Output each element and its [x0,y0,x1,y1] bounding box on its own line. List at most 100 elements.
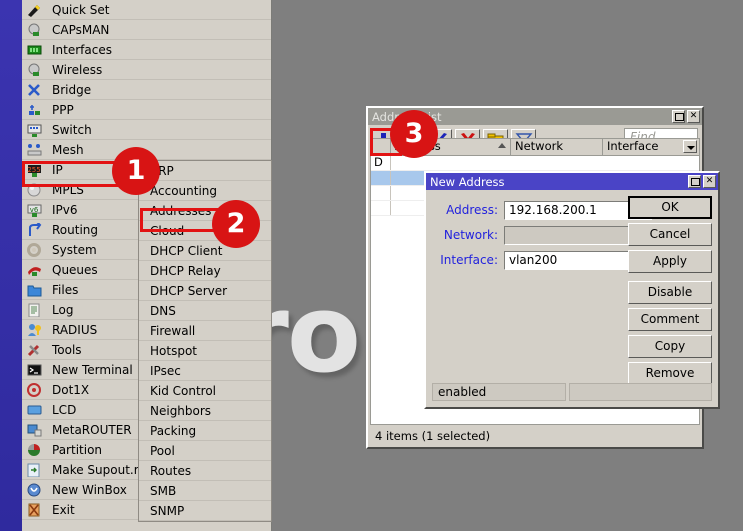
ip-submenu-smb[interactable]: SMB [139,481,271,501]
ip-submenu-hotspot[interactable]: Hotspot [139,341,271,361]
annotation-badge-3: 3 [390,110,438,158]
new-address-status-bar: enabled [432,383,712,401]
table-row[interactable]: D [371,156,699,171]
sidebar-item-label: Files [52,283,78,297]
exit-icon [27,503,42,517]
maximize-button[interactable] [672,110,685,123]
capsman-icon [27,23,42,37]
bridge-icon [27,83,42,97]
column-header-interface-label: Interface [607,139,659,153]
copy-button[interactable]: Copy [628,335,712,358]
terminal-icon [27,363,42,377]
row-flag [371,186,391,200]
row-interface [603,156,699,170]
apply-button[interactable]: Apply [628,250,712,273]
sidebar-item-label: Make Supout.rif [52,463,146,477]
sidebar-item-switch[interactable]: Switch [22,120,271,140]
row-flag [371,201,391,215]
ip-submenu-packing[interactable]: Packing [139,421,271,441]
ipv6-icon: v6 [27,203,42,217]
column-header-network[interactable]: Network [511,139,603,155]
interface-field-row: Interface: vlan200 [426,250,654,270]
tools-icon [27,343,42,357]
row-network [511,156,603,170]
ip-submenu-accounting[interactable]: Accounting [139,181,271,201]
new-address-status-spare [569,383,712,401]
new-address-close-icon[interactable]: ✕ [703,175,716,188]
sidebar-item-label: MetaROUTER [52,423,132,437]
remove-button[interactable]: Remove [628,362,712,385]
sidebar-item-capsman[interactable]: CAPsMAN [22,20,271,40]
ok-button[interactable]: OK [628,196,712,219]
comment-button[interactable]: Comment [628,308,712,331]
ppp-icon [27,103,42,117]
winbox-screenshot: Foro ISP RouterOS WinBox Quick SetCAPsMA… [0,0,743,531]
new-address-button-column: OK Cancel Apply Disable Comment Copy Remove [628,196,712,389]
sidebar-item-label: Tools [52,343,82,357]
log-icon [27,303,42,317]
ip-submenu-snmp[interactable]: SNMP [139,501,271,521]
sidebar-item-label: CAPsMAN [52,23,109,37]
new-address-dialog: New Address ✕ Address: 192.168.200.1 Net… [424,171,720,409]
routing-icon [27,223,42,237]
sidebar-item-wireless[interactable]: Wireless [22,60,271,80]
sidebar-item-label: IPv6 [52,203,78,217]
mesh-icon [27,143,42,157]
sidebar-item-label: New WinBox [52,483,127,497]
sidebar-item-label: Dot1X [52,383,89,397]
interfaces-icon [27,43,42,57]
new-address-titlebar[interactable]: New Address ✕ [426,173,718,190]
ip-submenu-firewall[interactable]: Firewall [139,321,271,341]
disable-button[interactable]: Disable [628,281,712,304]
close-icon[interactable]: ✕ [687,110,700,123]
wand-icon [27,3,42,17]
ip-submenu-dns[interactable]: DNS [139,301,271,321]
winbox-icon [27,483,42,497]
queues-icon [27,263,42,277]
sidebar-item-label: Mesh [52,143,84,157]
new-address-form: Address: 192.168.200.1 Network: Interfac… [426,192,718,407]
system-icon [27,243,42,257]
ip-submenu-routes[interactable]: Routes [139,461,271,481]
row-address [391,156,511,170]
network-input[interactable] [504,226,634,245]
sidebar-item-label: Partition [52,443,102,457]
sort-ascending-icon [498,143,506,148]
sidebar-item-ppp[interactable]: PPP [22,100,271,120]
row-flag [371,171,391,185]
network-field-row: Network: [426,225,652,245]
files-icon [27,283,42,297]
supout-icon [27,463,42,477]
row-flag: D [371,156,391,170]
ip-submenu-neighbors[interactable]: Neighbors [139,401,271,421]
column-chooser-dropdown[interactable] [683,140,697,153]
interface-input[interactable]: vlan200 [504,251,634,270]
sidebar-item-quick-set[interactable]: Quick Set [22,0,271,20]
new-address-maximize-button[interactable] [688,175,701,188]
ip-submenu-dhcp-relay[interactable]: DHCP Relay [139,261,271,281]
network-field-label: Network: [426,228,504,242]
new-address-state-text: enabled [432,383,566,401]
address-field-row: Address: 192.168.200.1 [426,200,652,220]
annotation-badge-2: 2 [212,200,260,248]
sidebar-item-label: Switch [52,123,92,137]
ip-submenu-pool[interactable]: Pool [139,441,271,461]
switch-icon [27,123,42,137]
address-list-status-bar: 4 items (1 selected) [370,428,700,445]
sidebar-item-bridge[interactable]: Bridge [22,80,271,100]
wireless-icon [27,63,42,77]
column-header-network-label: Network [515,139,563,153]
sidebar-item-label: RADIUS [52,323,97,337]
annotation-badge-1: 1 [112,147,160,195]
new-address-title: New Address [430,175,686,189]
cancel-button[interactable]: Cancel [628,223,712,246]
sidebar-item-label: New Terminal [52,363,133,377]
ip-submenu-dhcp-server[interactable]: DHCP Server [139,281,271,301]
ip-submenu-kid-control[interactable]: Kid Control [139,381,271,401]
sidebar-item-interfaces[interactable]: Interfaces [22,40,271,60]
ip-submenu-ipsec[interactable]: IPsec [139,361,271,381]
ip-submenu-dhcp-client[interactable]: DHCP Client [139,241,271,261]
sidebar-item-label: Routing [52,223,98,237]
sidebar-brand-stripe: RouterOS WinBox [0,0,22,531]
svg-text:v6: v6 [30,206,39,214]
